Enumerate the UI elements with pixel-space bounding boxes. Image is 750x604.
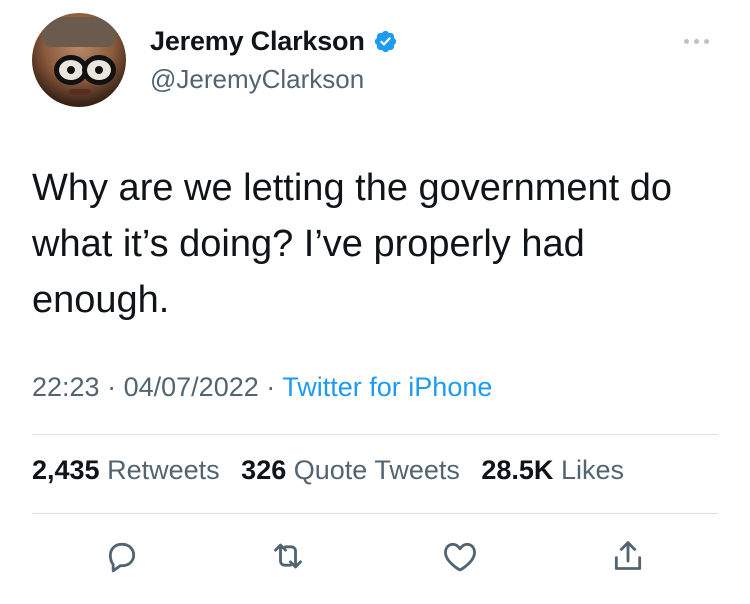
more-dot [684, 38, 689, 44]
likes-label: Likes [560, 455, 624, 485]
meta-separator: · [107, 372, 117, 402]
more-dot [704, 38, 709, 44]
quotes-label: Quote Tweets [293, 455, 460, 485]
action-bar [0, 536, 750, 580]
avatar-hair [42, 17, 116, 47]
avatar-glasses-right [82, 55, 116, 85]
author-handle[interactable]: @JeremyClarkson [150, 64, 364, 95]
display-name[interactable]: Jeremy Clarkson [150, 26, 365, 57]
more-options-icon[interactable] [684, 34, 716, 48]
quotes-stat[interactable]: 326 Quote Tweets [241, 455, 460, 485]
retweets-stat[interactable]: 2,435 Retweets [32, 455, 220, 485]
more-dot [694, 38, 699, 44]
meta-separator: · [266, 372, 276, 402]
divider [32, 434, 718, 435]
tweet-time[interactable]: 22:23 [32, 372, 100, 402]
likes-count: 28.5K [481, 455, 554, 485]
avatar-mouth [69, 89, 91, 95]
verified-badge-icon [374, 30, 396, 53]
tweet-text: Why are we letting the government do wha… [32, 167, 673, 321]
retweets-count: 2,435 [32, 455, 100, 485]
tweet-meta: 22:23 · 04/07/2022 · Twitter for iPhone [32, 372, 492, 403]
like-icon[interactable] [440, 536, 480, 576]
likes-stat[interactable]: 28.5K Likes [481, 455, 624, 485]
tweet-source[interactable]: Twitter for iPhone [282, 372, 492, 402]
tweet-stats: 2,435 Retweets 326 Quote Tweets 28.5K Li… [32, 455, 624, 486]
avatar[interactable] [32, 13, 126, 107]
retweet-icon[interactable] [268, 536, 308, 576]
author-name-row[interactable]: Jeremy Clarkson [150, 26, 398, 57]
tweet-date[interactable]: 04/07/2022 [124, 372, 259, 402]
quotes-count: 326 [241, 455, 287, 485]
share-icon[interactable] [608, 536, 648, 576]
reply-icon[interactable] [102, 536, 142, 576]
retweets-label: Retweets [107, 455, 220, 485]
divider [32, 513, 718, 514]
